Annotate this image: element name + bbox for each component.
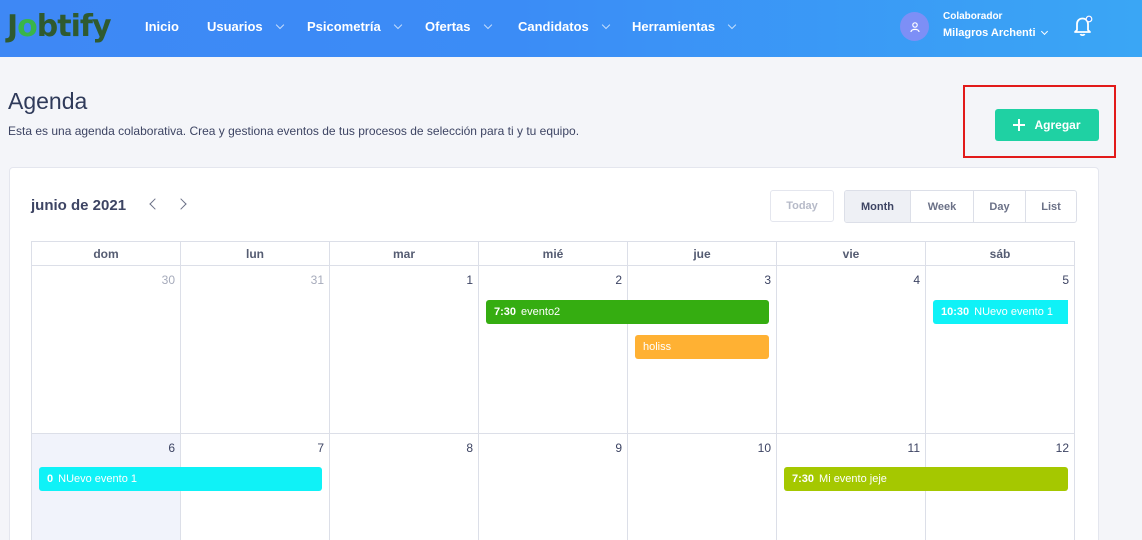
- calendar-month-label: junio de 2021: [31, 197, 127, 214]
- day-number: 7: [317, 441, 324, 455]
- day-number: 31: [310, 273, 324, 287]
- jobtify-logo[interactable]: Jobtify: [7, 9, 112, 44]
- view-week-button[interactable]: Week: [910, 191, 973, 222]
- day-cell[interactable]: 1: [329, 266, 478, 434]
- nav-inicio[interactable]: Inicio: [145, 19, 179, 34]
- weekday-header: mié: [478, 241, 627, 266]
- day-number: 9: [615, 441, 622, 455]
- day-cell[interactable]: 8: [329, 434, 478, 540]
- day-cell[interactable]: 30: [31, 266, 180, 434]
- day-number: 12: [1055, 441, 1069, 455]
- chevron-down-icon: [601, 20, 611, 29]
- user-role: Colaborador: [943, 11, 1003, 22]
- nav-herramientas[interactable]: Herramientas: [632, 19, 737, 34]
- chevron-down-icon: [483, 20, 492, 29]
- day-number: 5: [1062, 273, 1069, 287]
- weekday-header: mar: [329, 241, 478, 266]
- day-cell[interactable]: 5: [925, 266, 1075, 434]
- day-number: 10: [757, 441, 771, 455]
- calendar-event[interactable]: 0 NUevo evento 1: [39, 467, 322, 491]
- user-menu[interactable]: Milagros Archenti: [943, 27, 1048, 39]
- calendar-grid: dom lun mar mié jue vie sáb 30 31 1 2 3 …: [31, 241, 1076, 540]
- user-icon: [909, 21, 920, 32]
- nav-usuarios[interactable]: Usuarios: [207, 19, 284, 34]
- day-number: 4: [913, 273, 920, 287]
- chevron-down-icon: [1040, 27, 1048, 35]
- bell-icon[interactable]: [1073, 15, 1093, 42]
- day-number: 30: [161, 273, 175, 287]
- user-avatar[interactable]: [900, 12, 929, 41]
- day-cell[interactable]: 10: [627, 434, 776, 540]
- today-button[interactable]: Today: [770, 190, 834, 222]
- day-cell[interactable]: 9: [478, 434, 627, 540]
- day-number: 6: [168, 441, 175, 455]
- day-cell[interactable]: 4: [776, 266, 925, 434]
- calendar-event[interactable]: 7:30 Mi evento jeje: [784, 467, 1068, 491]
- view-month-button[interactable]: Month: [845, 191, 910, 222]
- add-event-button[interactable]: Agregar: [995, 109, 1099, 141]
- weekday-header: jue: [627, 241, 776, 266]
- nav-candidatos[interactable]: Candidatos: [518, 19, 611, 34]
- day-number: 3: [764, 273, 771, 287]
- view-switcher: Month Week Day List: [844, 190, 1077, 223]
- weekday-header: dom: [31, 241, 180, 266]
- weekday-header: sáb: [925, 241, 1075, 266]
- day-number: 8: [466, 441, 473, 455]
- page-title: Agenda: [8, 88, 88, 114]
- page-subtitle: Esta es una agenda colaborativa. Crea y …: [8, 124, 580, 138]
- day-cell[interactable]: 31: [180, 266, 329, 434]
- chevron-down-icon: [275, 20, 284, 29]
- day-number: 11: [907, 441, 920, 455]
- weekday-header: vie: [776, 241, 925, 266]
- day-number: 1: [466, 273, 473, 287]
- day-number: 2: [615, 273, 622, 287]
- chevron-down-icon: [393, 20, 402, 29]
- view-list-button[interactable]: List: [1025, 191, 1076, 222]
- chevron-down-icon: [727, 20, 737, 29]
- view-day-button[interactable]: Day: [973, 191, 1025, 222]
- day-cell[interactable]: 2: [478, 266, 627, 434]
- weekday-header: lun: [180, 241, 329, 266]
- calendar-event[interactable]: 10:30 NUevo evento 1: [933, 300, 1068, 324]
- nav-ofertas[interactable]: Ofertas: [425, 19, 492, 34]
- nav-psicometria[interactable]: Psicometría: [307, 19, 402, 34]
- top-navbar: Jobtify Inicio Usuarios Psicometría Ofer…: [0, 0, 1142, 57]
- plus-icon: [1013, 119, 1026, 131]
- calendar-event[interactable]: 7:30 evento2: [486, 300, 769, 324]
- calendar-event[interactable]: holiss: [635, 335, 769, 359]
